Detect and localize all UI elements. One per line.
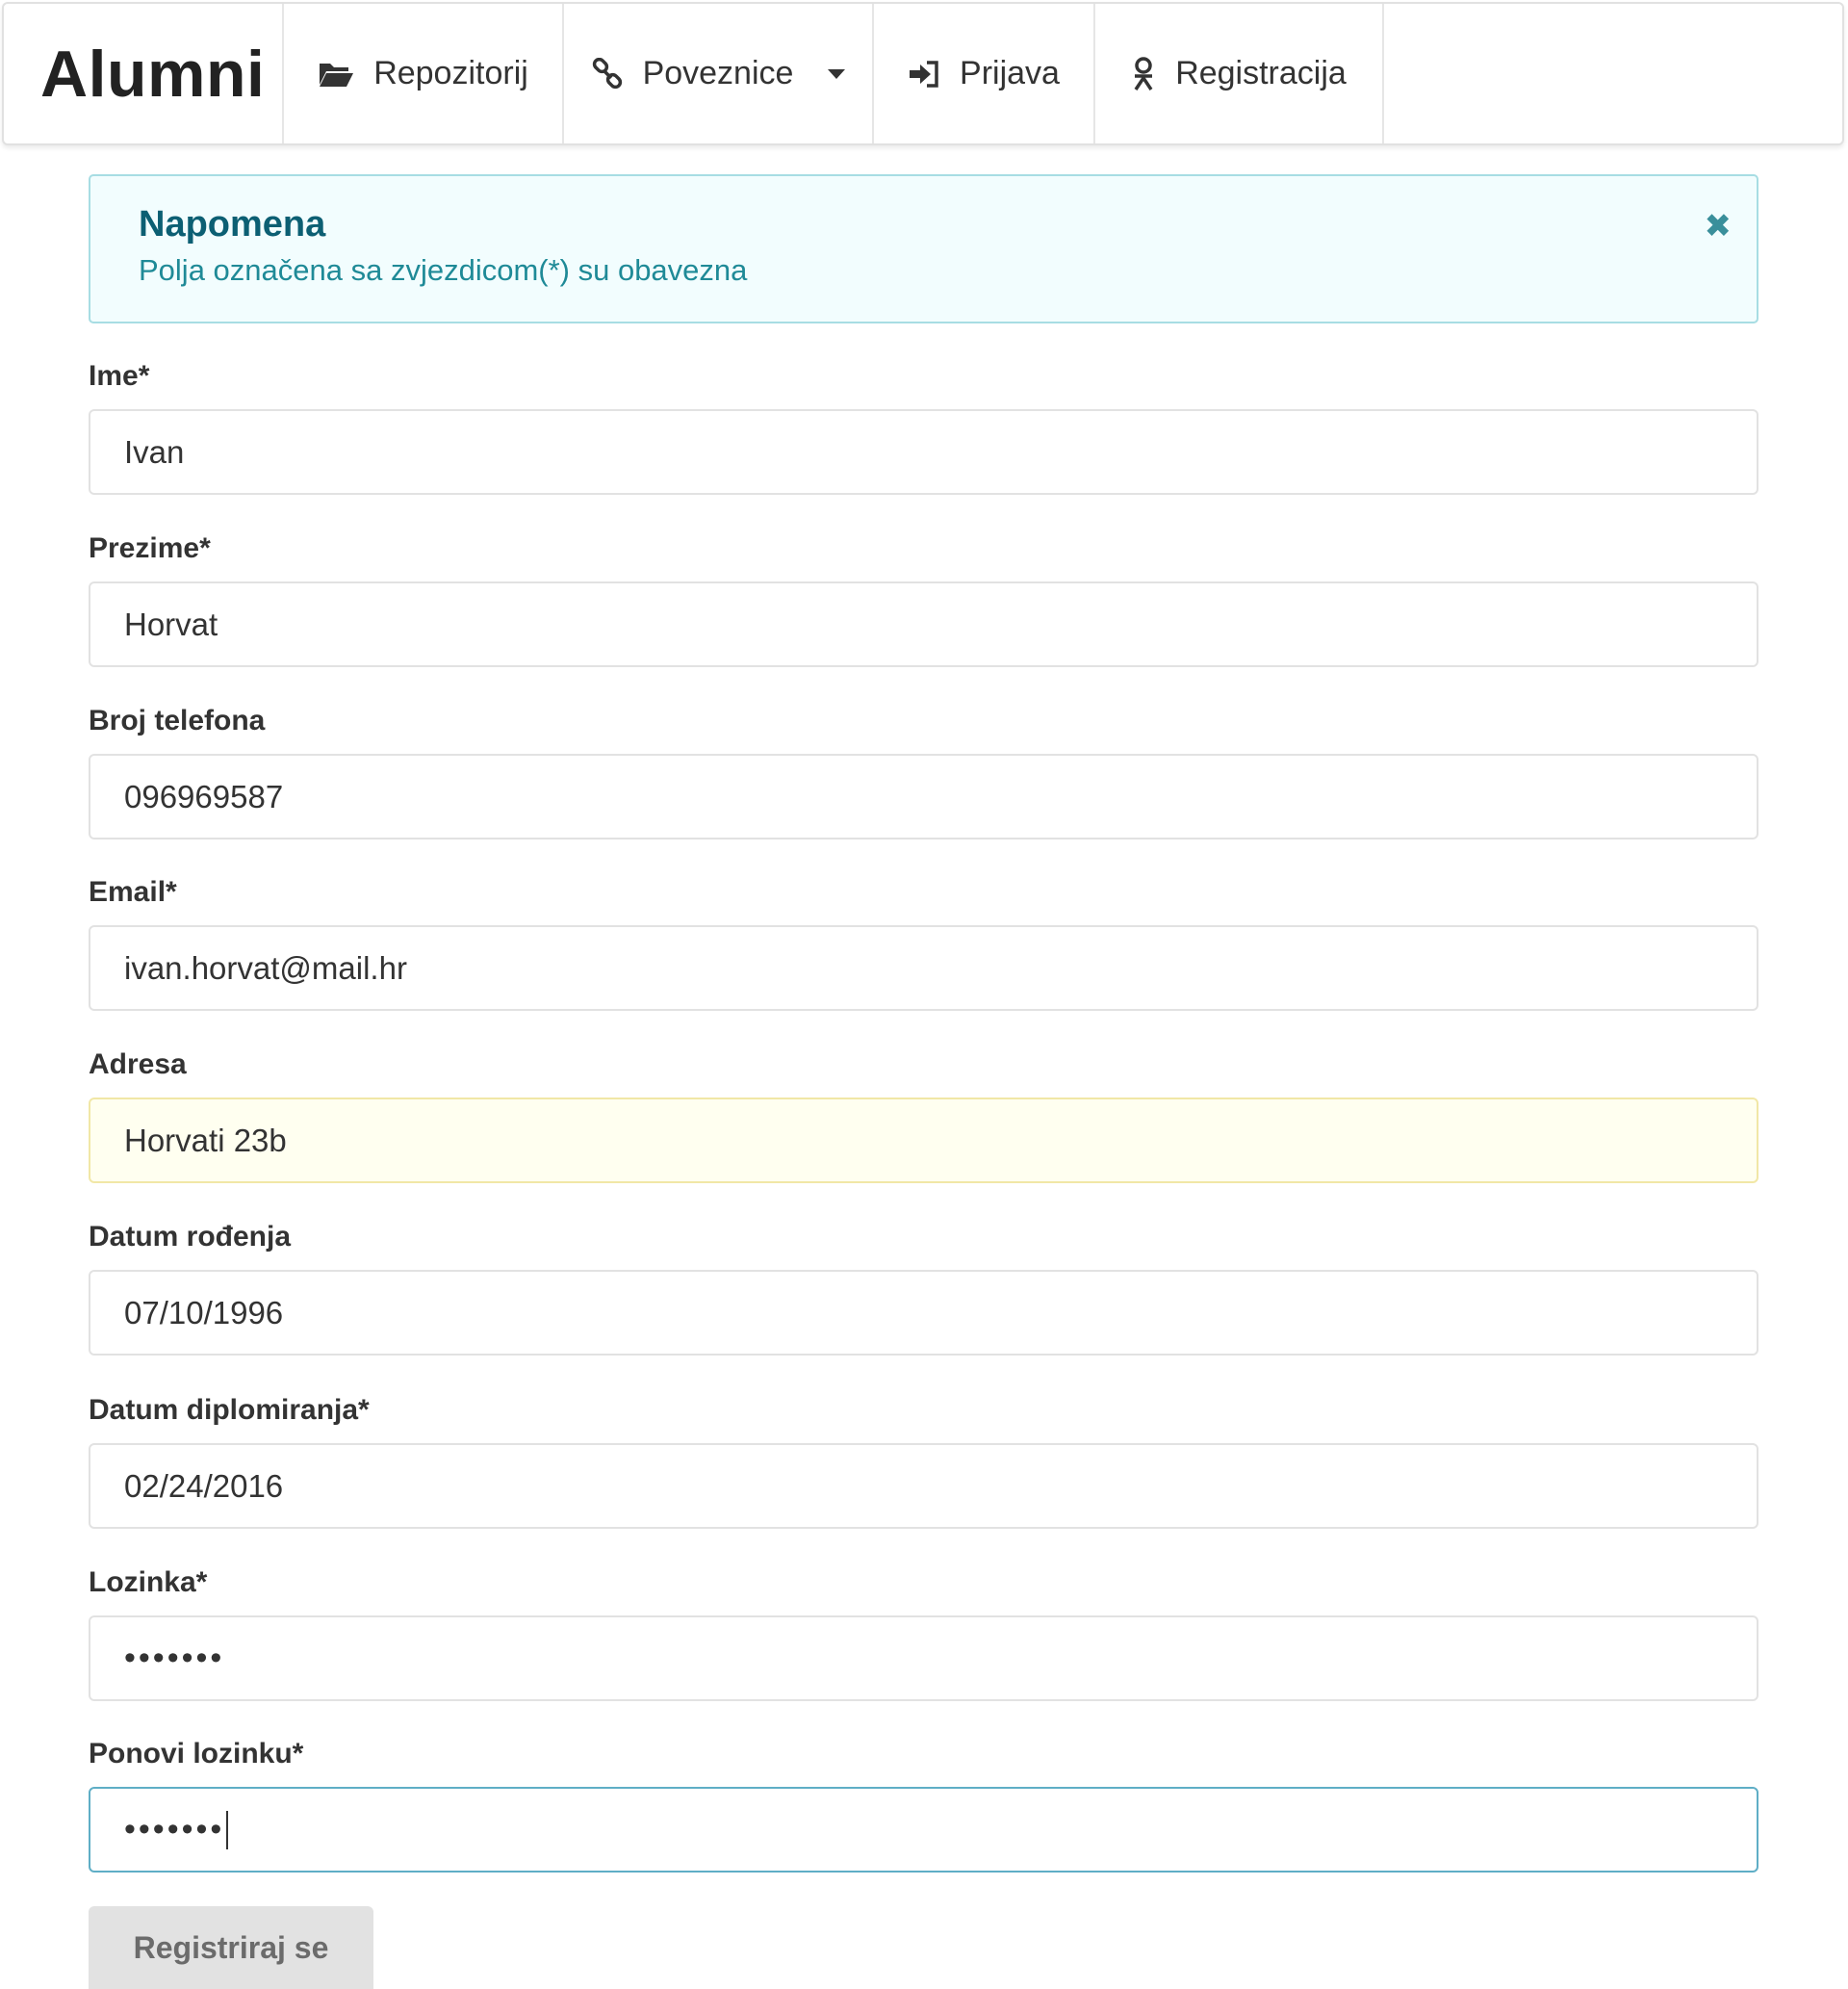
label-datum-rodenja: Datum rođenja [89,1221,292,1253]
input-lozinka[interactable]: ••••••• [89,1615,1758,1701]
info-alert: Napomena Polja označena sa zvjezdicom(*)… [89,174,1758,323]
nav-item-label: Registracija [1175,55,1347,91]
alert-text: Polja označena sa zvjezdicom(*) su obave… [139,252,748,287]
text-cursor [226,1810,229,1849]
nav-item-repozitorij[interactable]: Repozitorij [284,4,564,143]
sign-in-icon [908,60,940,89]
user-icon [1131,56,1156,91]
close-icon[interactable]: ✖ [1705,207,1732,245]
label-email: Email* [89,876,177,908]
label-adresa: Adresa [89,1048,187,1080]
navbar: Alumni Repozitorij Poveznice Prijava Reg… [2,2,1844,145]
label-lozinka: Lozinka* [89,1566,208,1598]
label-ime: Ime* [89,360,150,392]
label-ponovi-lozinku: Ponovi lozinku* [89,1738,304,1769]
nav-item-label: Prijava [960,55,1060,91]
input-value: Horvat [124,606,218,642]
label-broj-telefona: Broj telefona [89,705,266,736]
input-adresa[interactable]: Horvati 23b [89,1098,1758,1183]
input-value: ••••••• [124,1640,225,1676]
label-datum-diplomiranja: Datum diplomiranja* [89,1394,370,1426]
input-email[interactable]: ivan.horvat@mail.hr [89,925,1758,1011]
input-ime[interactable]: Ivan [89,409,1758,495]
nav-item-poveznice[interactable]: Poveznice [564,4,874,143]
alert-title: Napomena [139,204,326,245]
nav-item-label: Repozitorij [373,55,528,91]
folder-open-icon [318,60,354,89]
input-value: ivan.horvat@mail.hr [124,949,407,986]
input-value: ••••••• [124,1811,225,1847]
input-ponovi-lozinku[interactable]: ••••••• [89,1787,1758,1873]
nav-item-label: Poveznice [642,55,794,91]
input-value: 02/24/2016 [124,1467,284,1504]
input-datum-diplomiranja[interactable]: 02/24/2016 [89,1443,1758,1529]
input-value: Ivan [124,433,185,470]
label-prezime: Prezime* [89,532,211,564]
input-broj-telefona[interactable]: 096969587 [89,754,1758,840]
input-value: Horvati 23b [124,1122,287,1158]
input-datum-rodenja[interactable]: 07/10/1996 [89,1270,1758,1356]
input-value: 07/10/1996 [124,1294,284,1330]
chevron-down-icon [828,68,846,79]
nav-item-registracija[interactable]: Registracija [1095,4,1384,143]
brand-logo[interactable]: Alumni [4,4,284,143]
input-value: 096969587 [124,778,284,814]
register-button[interactable]: Registriraj se [89,1906,373,1989]
input-prezime[interactable]: Horvat [89,581,1758,667]
nav-item-prijava[interactable]: Prijava [874,4,1095,143]
link-icon [591,57,624,90]
